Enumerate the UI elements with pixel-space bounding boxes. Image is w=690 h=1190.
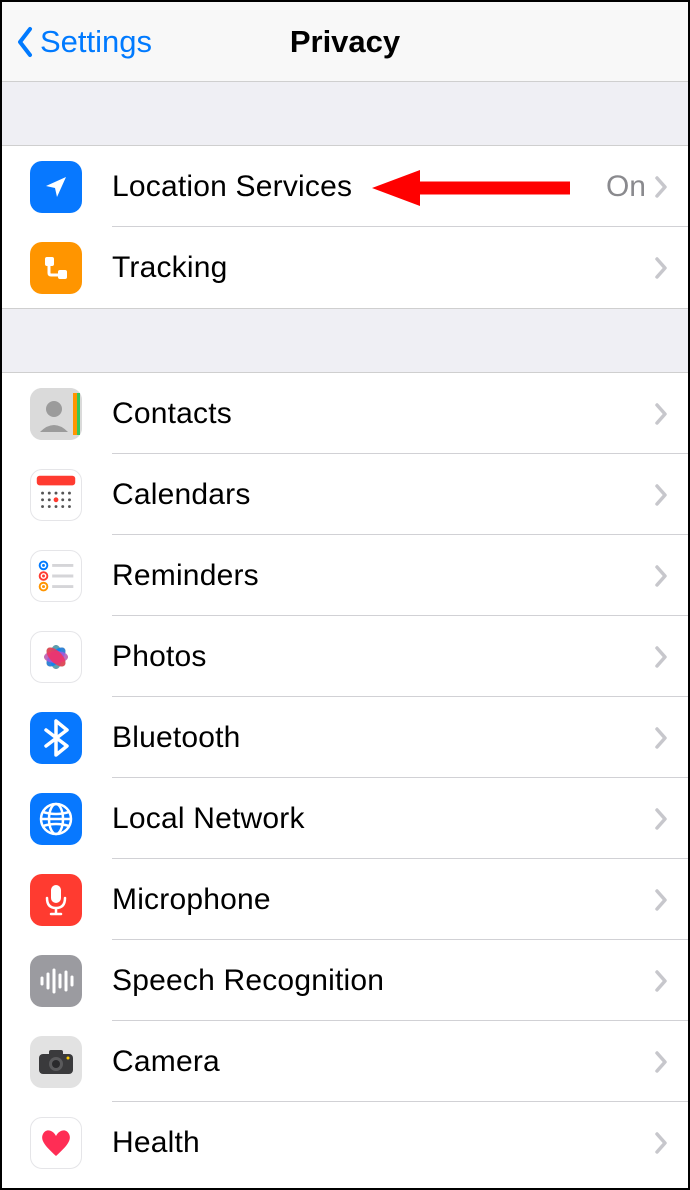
row-local-network[interactable]: Local Network xyxy=(2,778,688,859)
group-spacer xyxy=(2,309,688,373)
photos-icon xyxy=(30,631,82,683)
chevron-right-icon xyxy=(654,888,668,912)
row-tracking[interactable]: Tracking xyxy=(2,227,688,308)
row-value: On xyxy=(606,170,646,204)
row-speech-recognition[interactable]: Speech Recognition xyxy=(2,940,688,1021)
settings-group-2: Contacts Calendars xyxy=(2,373,688,1183)
row-label: Health xyxy=(112,1126,654,1160)
chevron-right-icon xyxy=(654,402,668,426)
local-network-icon xyxy=(30,793,82,845)
row-microphone[interactable]: Microphone xyxy=(2,859,688,940)
settings-group-1: Location Services On Tracking xyxy=(2,146,688,309)
calendar-icon xyxy=(30,469,82,521)
location-icon xyxy=(30,161,82,213)
row-health[interactable]: Health xyxy=(2,1102,688,1183)
chevron-right-icon xyxy=(654,1131,668,1155)
group-spacer xyxy=(2,82,688,146)
microphone-icon xyxy=(30,874,82,926)
row-location-services[interactable]: Location Services On xyxy=(2,146,688,227)
contacts-icon xyxy=(30,388,82,440)
row-calendars[interactable]: Calendars xyxy=(2,454,688,535)
row-label: Contacts xyxy=(112,397,654,431)
row-contacts[interactable]: Contacts xyxy=(2,373,688,454)
camera-icon xyxy=(30,1036,82,1088)
row-label: Photos xyxy=(112,640,654,674)
chevron-right-icon xyxy=(654,483,668,507)
row-label: Location Services xyxy=(112,170,606,204)
back-button[interactable]: Settings xyxy=(2,24,152,60)
chevron-right-icon xyxy=(654,564,668,588)
chevron-right-icon xyxy=(654,645,668,669)
row-label: Speech Recognition xyxy=(112,964,654,998)
chevron-left-icon xyxy=(16,26,34,58)
chevron-right-icon xyxy=(654,807,668,831)
row-photos[interactable]: Photos xyxy=(2,616,688,697)
chevron-right-icon xyxy=(654,726,668,750)
tracking-icon xyxy=(30,242,82,294)
chevron-right-icon xyxy=(654,1050,668,1074)
chevron-right-icon xyxy=(654,175,668,199)
row-bluetooth[interactable]: Bluetooth xyxy=(2,697,688,778)
back-label: Settings xyxy=(40,24,152,60)
speech-icon xyxy=(30,955,82,1007)
row-label: Microphone xyxy=(112,883,654,917)
row-label: Reminders xyxy=(112,559,654,593)
row-reminders[interactable]: Reminders xyxy=(2,535,688,616)
bluetooth-icon xyxy=(30,712,82,764)
row-camera[interactable]: Camera xyxy=(2,1021,688,1102)
chevron-right-icon xyxy=(654,256,668,280)
row-label: Bluetooth xyxy=(112,721,654,755)
navbar: Settings Privacy xyxy=(2,2,688,82)
reminders-icon xyxy=(30,550,82,602)
row-label: Local Network xyxy=(112,802,654,836)
row-label: Tracking xyxy=(112,251,654,285)
row-label: Camera xyxy=(112,1045,654,1079)
chevron-right-icon xyxy=(654,969,668,993)
health-icon xyxy=(30,1117,82,1169)
row-label: Calendars xyxy=(112,478,654,512)
